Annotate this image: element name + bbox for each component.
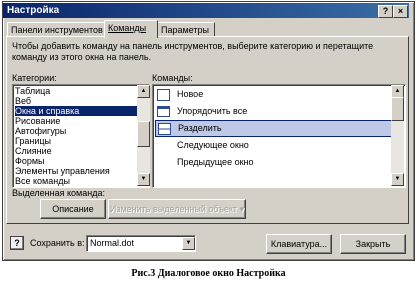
title-bar[interactable]: Настройка ? ×	[3, 3, 409, 18]
categories-scrollbar[interactable]: ▲ ▼	[137, 85, 150, 186]
description-button[interactable]: Описание	[40, 199, 106, 219]
help-icon[interactable]: ?	[10, 236, 24, 250]
command-label: Разделить	[178, 123, 222, 133]
arrange-icon	[157, 106, 170, 117]
command-item-arrange[interactable]: Упорядочить все	[155, 103, 391, 120]
category-item[interactable]: Формы	[15, 156, 45, 166]
scroll-up-icon[interactable]: ▲	[137, 85, 150, 98]
commands-label: Команды:	[152, 73, 193, 83]
command-item-next-window[interactable]: Следующее окно	[155, 137, 391, 154]
scroll-down-icon[interactable]: ▼	[137, 173, 150, 186]
scroll-thumb[interactable]	[391, 97, 404, 121]
category-item[interactable]: Границы	[15, 136, 51, 146]
command-label: Новое	[177, 89, 204, 99]
figure-caption: Рис.3 Диалоговое окно Настройка	[131, 268, 286, 279]
command-item-previous-window[interactable]: Предыдущее окно	[155, 154, 391, 171]
instruction-text: Чтобы добавить команду на панель инструм…	[12, 41, 374, 62]
commands-scrollbar[interactable]: ▲ ▼	[391, 85, 404, 186]
category-item[interactable]: Слияние	[15, 146, 52, 156]
category-item[interactable]: Веб	[15, 96, 31, 106]
command-item-split[interactable]: Разделить	[155, 120, 393, 137]
modify-selection-label: Изменить выделенный объект	[109, 204, 238, 214]
chevron-down-icon[interactable]: ▼	[182, 237, 195, 250]
selected-command-label: Выделенная команда:	[12, 188, 105, 198]
tab-toolbars[interactable]: Панели инструментов	[7, 22, 111, 37]
command-label: Упорядочить все	[177, 106, 248, 116]
category-item-selected[interactable]: Окна и справка	[15, 106, 147, 116]
scroll-down-icon[interactable]: ▼	[391, 173, 404, 186]
command-label: Предыдущее окно	[177, 157, 254, 167]
dropdown-arrow-icon: ▾	[239, 204, 245, 214]
window-title: Настройка	[7, 5, 60, 16]
commands-list[interactable]: Новое Упорядочить все Разделить Следующе…	[152, 84, 406, 188]
categories-label: Категории:	[12, 73, 57, 83]
close-window-button[interactable]: ×	[393, 5, 408, 18]
close-button[interactable]: Закрыть	[340, 234, 406, 254]
categories-list[interactable]: Таблица Веб Окна и справка Рисование Авт…	[12, 84, 150, 188]
split-icon	[158, 123, 171, 135]
save-in-label: Сохранить в:	[30, 238, 85, 248]
save-in-value: Normal.dot	[90, 238, 135, 248]
save-in-select[interactable]: Normal.dot ▼	[86, 235, 196, 252]
command-item-new[interactable]: Новое	[155, 86, 391, 103]
help-button[interactable]: ?	[378, 5, 393, 18]
tab-commands-label: Команды	[108, 23, 147, 33]
tab-commands[interactable]: Команды	[104, 20, 158, 38]
scroll-thumb[interactable]	[137, 121, 150, 147]
category-item[interactable]: Все команды	[15, 176, 70, 186]
modify-selection-button[interactable]: Изменить выделенный объект ▾	[108, 199, 246, 219]
keyboard-button[interactable]: Клавиатура...	[266, 234, 332, 254]
new-window-icon	[157, 89, 170, 101]
tab-options[interactable]: Параметры	[157, 22, 215, 37]
category-item[interactable]: Автофигуры	[15, 126, 66, 136]
command-label: Следующее окно	[177, 140, 249, 150]
category-item[interactable]: Элементы управления	[15, 166, 110, 176]
category-item[interactable]: Таблица	[15, 86, 50, 96]
category-item[interactable]: Рисование	[15, 116, 60, 126]
